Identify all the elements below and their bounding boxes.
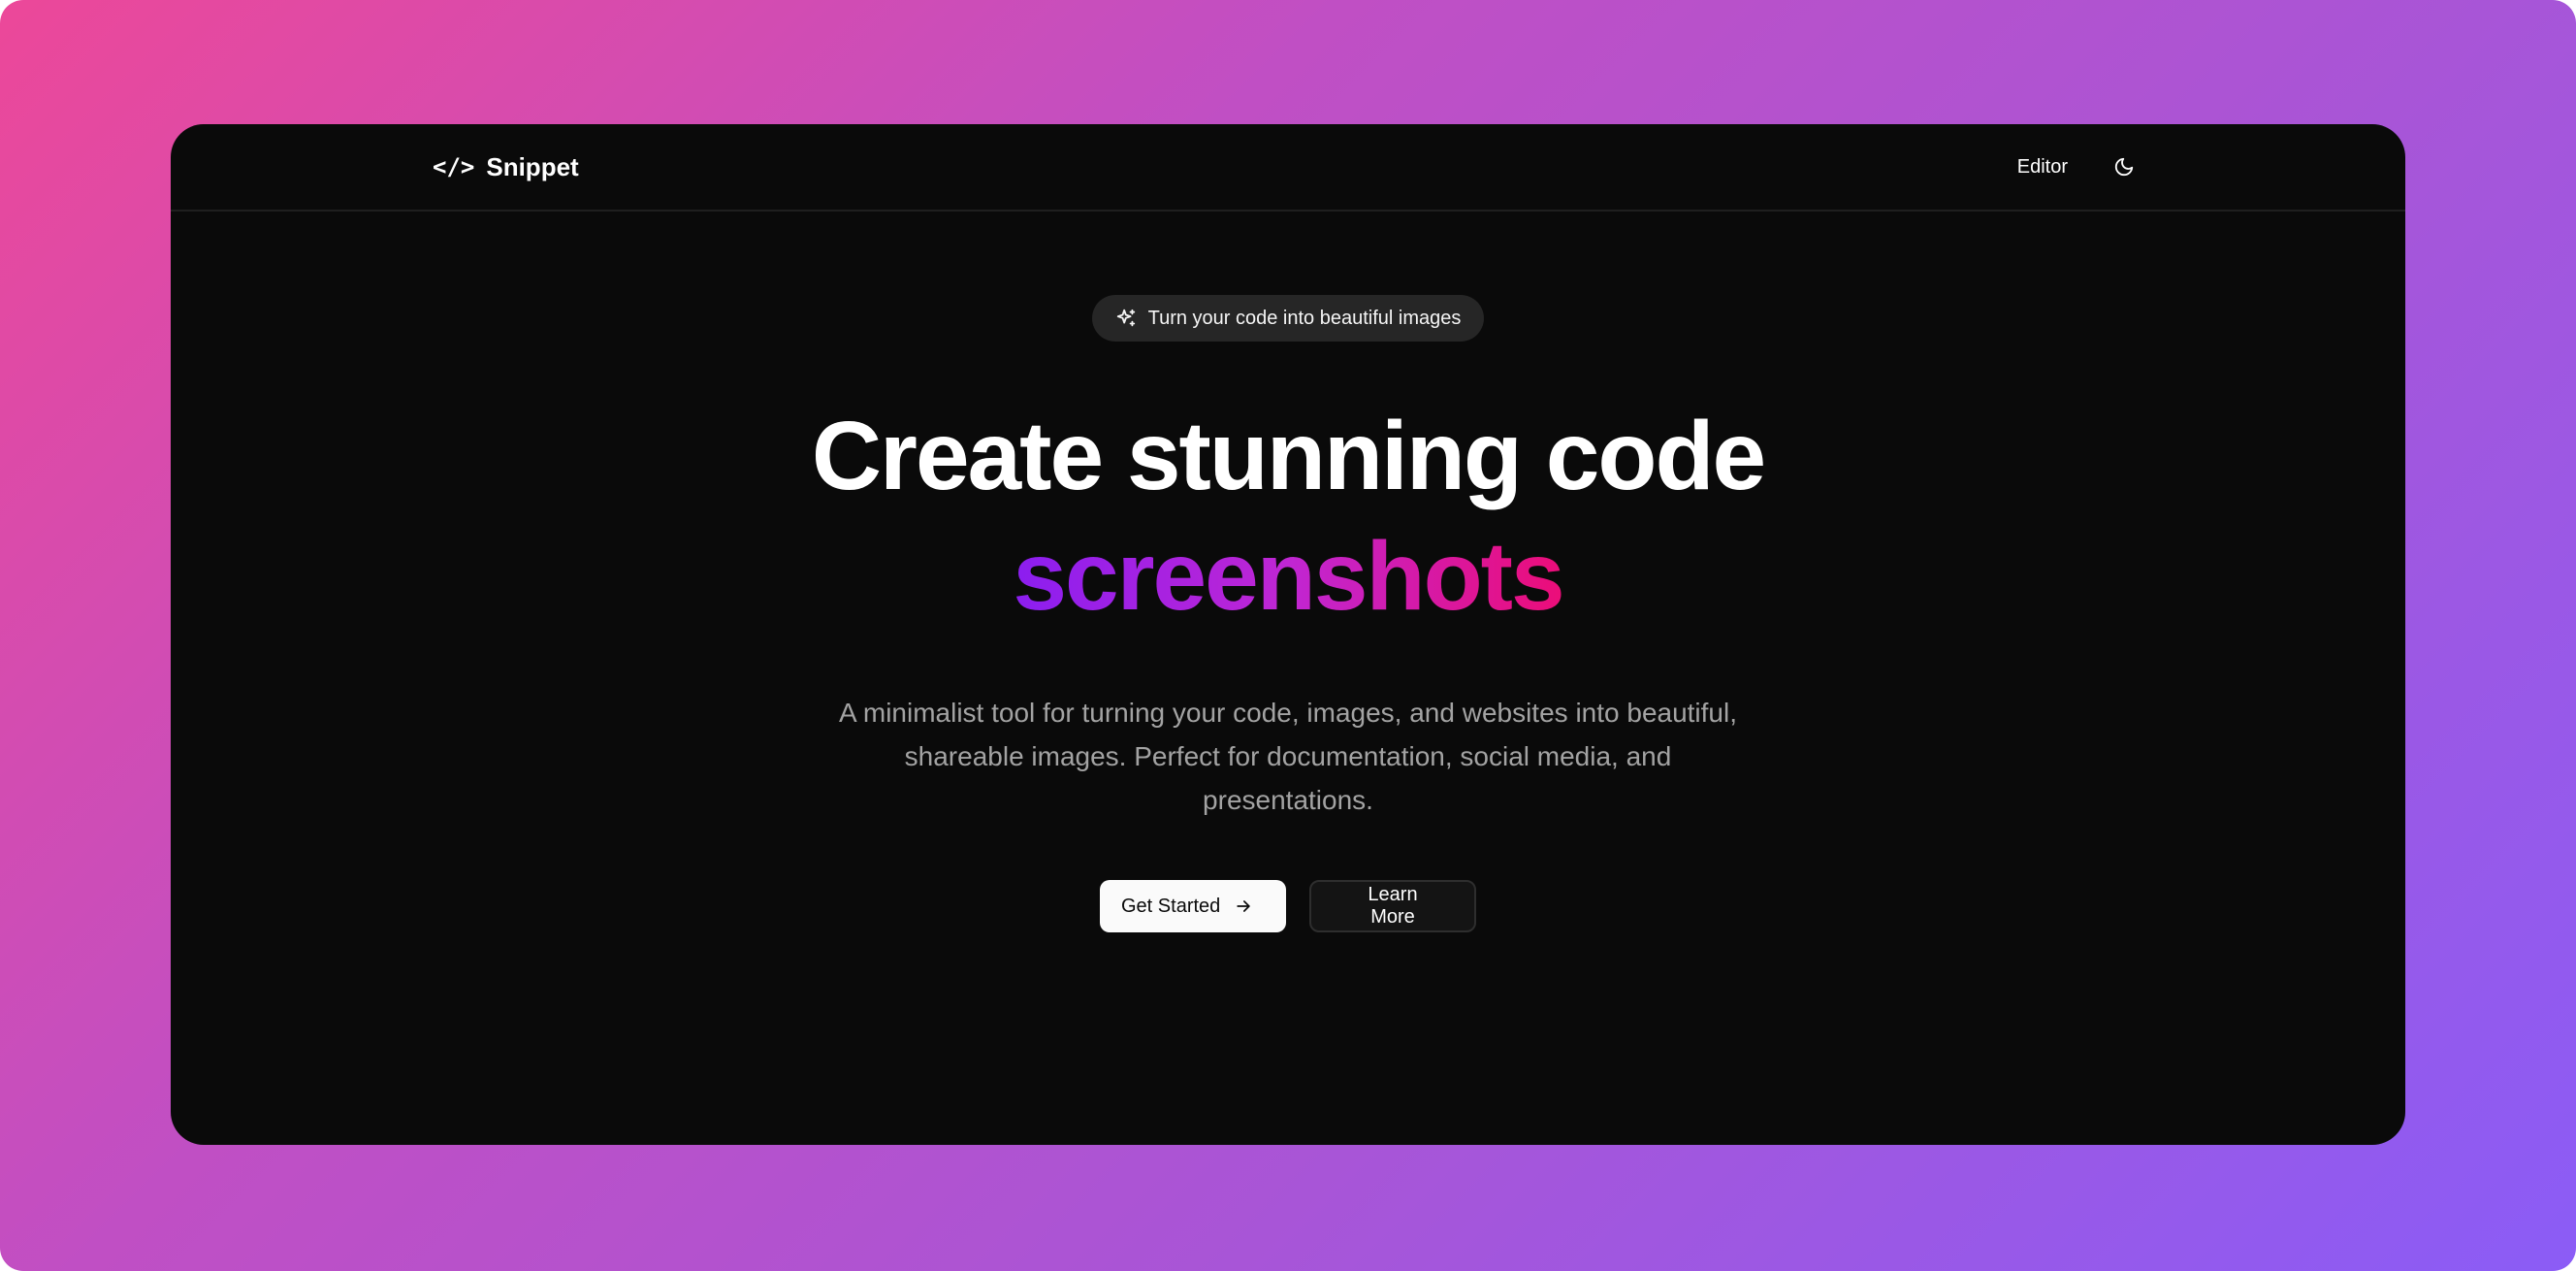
tagline-badge: Turn your code into beautiful images bbox=[1091, 295, 1485, 342]
app-window: </> Snippet Editor Turn your code into b… bbox=[171, 124, 2405, 1145]
get-started-button[interactable]: Get Started bbox=[1100, 880, 1286, 932]
editor-link[interactable]: Editor bbox=[2017, 156, 2068, 179]
hero-subtitle: A minimalist tool for turning your code,… bbox=[838, 698, 1738, 815]
sparkles-icon bbox=[1116, 309, 1135, 327]
hero-actions: Get Started Learn More bbox=[171, 880, 2405, 932]
arrow-right-icon bbox=[1237, 900, 1250, 912]
learn-more-button[interactable]: Learn More bbox=[1309, 880, 1476, 932]
brand-name: Snippet bbox=[486, 151, 579, 181]
theme-toggle-button[interactable] bbox=[2110, 153, 2138, 180]
get-started-label: Get Started bbox=[1121, 895, 1221, 917]
learn-more-label: Learn More bbox=[1368, 884, 1418, 928]
brand-logo-link[interactable]: </> Snippet bbox=[433, 124, 579, 210]
moon-icon bbox=[2114, 157, 2134, 177]
headline-line-1: Create stunning code bbox=[811, 402, 1766, 510]
top-navbar: </> Snippet Editor bbox=[171, 124, 2405, 212]
hero-headline: Create stunning code screenshots bbox=[171, 396, 2405, 636]
headline-gradient-word: screenshots bbox=[1013, 516, 1564, 636]
code-brackets-icon: </> bbox=[433, 153, 475, 180]
badge-text: Turn your code into beautiful images bbox=[1147, 307, 1462, 329]
hero-section: Turn your code into beautiful images Cre… bbox=[171, 210, 2405, 932]
nav-actions: Editor bbox=[2017, 124, 2138, 210]
